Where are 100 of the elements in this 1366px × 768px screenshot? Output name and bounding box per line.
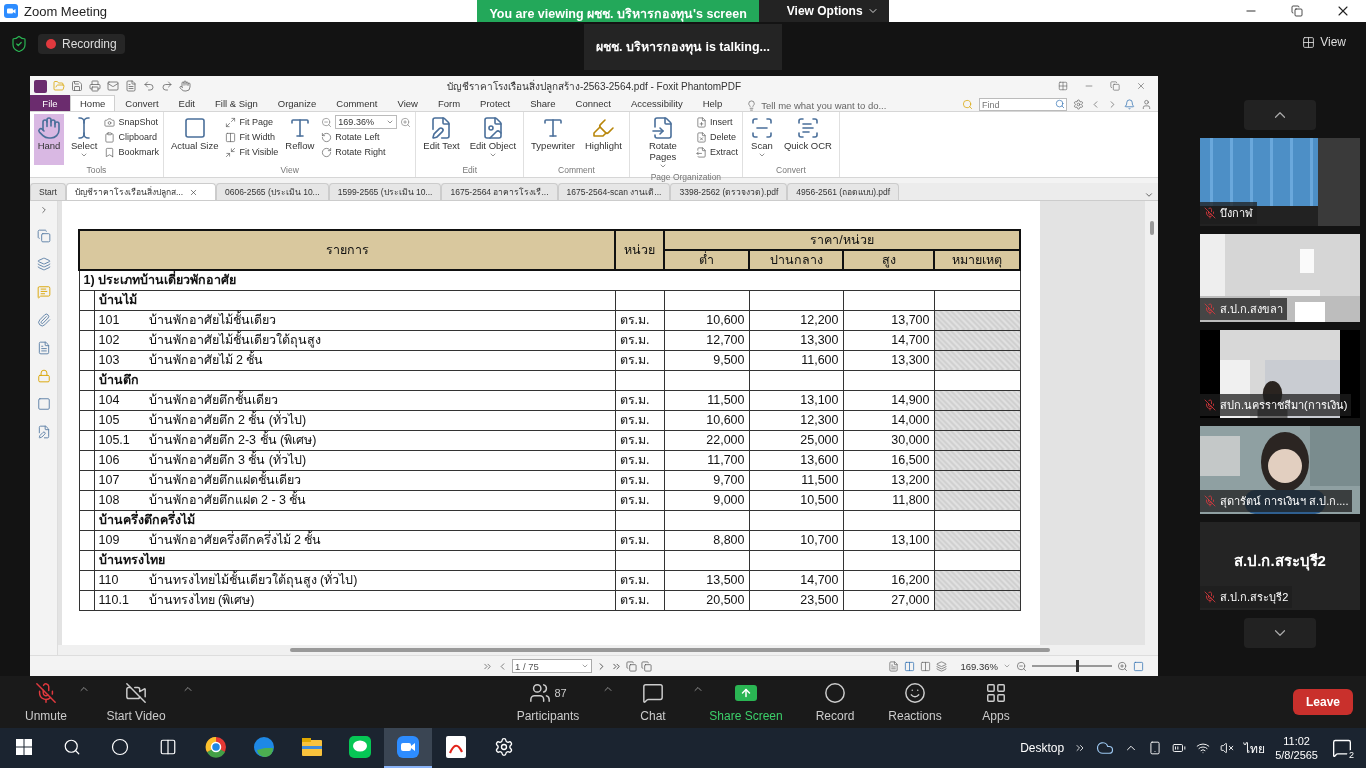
ribbon-tab[interactable]: Organize — [267, 95, 327, 111]
ribbon-tool[interactable]: Fit Visible — [225, 145, 279, 159]
taskbar-app[interactable] — [384, 728, 432, 768]
bell-icon — [1124, 99, 1135, 110]
item-code: 108 — [98, 492, 121, 509]
document-tab[interactable]: 1675-2564 อาคารโรงเรื... — [441, 183, 558, 200]
price-value: 14,900 — [891, 393, 930, 407]
tell-me-field[interactable]: Tell me what you want to do... — [746, 100, 887, 111]
document-tab[interactable]: 0606-2565 (ประเมิน 10... — [215, 183, 329, 200]
ribbon-tool[interactable]: Insert — [695, 115, 738, 129]
document-tab[interactable]: บัญชีราคาโรงเรือนสิ่งปลูกส... — [65, 183, 216, 200]
printer-icon — [89, 80, 101, 92]
ribbon-tab[interactable]: Edit — [168, 95, 205, 111]
unit-text: ตร.ม. — [619, 413, 650, 427]
ribbon-tool[interactable]: Select — [68, 114, 101, 165]
panel-icon — [1133, 660, 1144, 672]
document-tab[interactable]: 1599-2565 (ประเมิน 10... — [328, 183, 442, 200]
ribbon-tool[interactable]: Clipboard — [104, 130, 159, 144]
ribbon-tool[interactable]: Delete — [695, 130, 738, 144]
ribbon-tab[interactable]: Form — [427, 95, 471, 111]
ribbon-tool[interactable]: Extract — [695, 145, 738, 159]
unit-text: ตร.ม. — [619, 573, 650, 587]
folder-icon — [53, 80, 65, 92]
ribbon-tool[interactable]: Fit Page — [225, 115, 279, 129]
ribbon-tool[interactable]: Rotate Pages — [633, 114, 692, 172]
document-tab[interactable]: Start — [30, 183, 66, 200]
camera-icon — [104, 116, 116, 128]
document-tab[interactable]: 1675-2564-scan งานเติ... — [557, 183, 671, 200]
ribbon-tab[interactable]: Help — [692, 95, 733, 111]
participant-display-name: ส.ป.ก.สระบุรี2 — [1234, 551, 1326, 573]
document-tab[interactable]: 3398-2562 (ตรวจงวด).pdf — [670, 183, 788, 200]
group-label: Tools — [85, 165, 108, 177]
ribbon-tab[interactable]: File — [30, 95, 70, 111]
meeting-control[interactable]: Record — [794, 681, 876, 723]
ribbon-tab[interactable]: Protect — [470, 95, 521, 111]
notifications-button[interactable]: 2 — [1328, 738, 1356, 758]
ribbon-tool[interactable]: Highlight — [581, 114, 625, 165]
meeting-control[interactable]: Apps — [954, 681, 1038, 723]
ribbon-tab[interactable]: Fill & Sign — [205, 95, 268, 111]
caret-icon — [581, 662, 589, 670]
participant-name: บึงกาฬ — [1220, 206, 1253, 221]
video-app-icon — [4, 4, 18, 18]
price-value: 13,200 — [891, 473, 930, 487]
ribbon-tool[interactable]: Scan — [746, 114, 777, 165]
group-title: บ้านครึ่งตึกครึ่งไม้ — [98, 513, 195, 527]
document-tab[interactable]: 4956-2561 (ถอดแบบ).pdf — [787, 183, 900, 200]
price-value: 16,200 — [891, 573, 930, 587]
ribbon-tool[interactable]: Quick OCR — [780, 114, 835, 165]
group-label: View — [279, 165, 300, 177]
ribbon-tool[interactable]: Rotate Left — [321, 130, 412, 144]
find-field[interactable]: Find — [979, 98, 1067, 111]
two-page-icon — [904, 660, 916, 672]
ribbon-tab[interactable]: View — [387, 95, 428, 111]
extract-page-icon — [695, 146, 707, 158]
rotate-right-icon — [321, 146, 333, 158]
meeting-control[interactable]: Chat — [608, 681, 698, 723]
meeting-control[interactable]: Reactions — [876, 681, 954, 723]
ocr-icon — [795, 116, 820, 140]
ribbon-tool[interactable]: Reflow — [282, 114, 318, 165]
ribbon-tab[interactable]: Home — [70, 95, 116, 111]
ribbon-tool[interactable]: Hand — [34, 114, 64, 165]
ribbon-tool[interactable]: Actual Size — [167, 114, 222, 165]
vertical-scrollbar[interactable] — [1145, 201, 1158, 645]
ribbon-tool[interactable]: Edit Text — [420, 114, 463, 165]
meeting-control[interactable]: 87 Participants — [488, 681, 608, 723]
ribbon-tab[interactable]: Accessibility — [620, 95, 693, 111]
fit-visible-icon — [225, 146, 237, 158]
ribbon-tool[interactable]: Fit Width — [225, 130, 279, 144]
ribbon-tool[interactable]: SnapShot — [104, 115, 159, 129]
ribbon-tab[interactable]: Convert — [115, 95, 169, 111]
pages-icon — [641, 660, 652, 672]
item-code: 102 — [98, 332, 121, 349]
input-language[interactable]: ไทย — [1244, 738, 1266, 758]
horizontal-scrollbar[interactable] — [58, 645, 1158, 655]
view-button[interactable]: View — [1296, 34, 1352, 50]
meeting-control[interactable]: Start Video — [84, 681, 188, 723]
gear-icon — [494, 737, 514, 757]
desktop-toolbar[interactable]: Desktop — [1020, 741, 1065, 755]
ribbon-tool[interactable]: Typewriter — [528, 114, 578, 165]
leave-button[interactable]: Leave — [1293, 689, 1353, 715]
ribbon-tab[interactable]: Comment — [326, 95, 388, 111]
unit-text: ตร.ม. — [619, 493, 650, 507]
record-icon — [824, 682, 846, 704]
page-field[interactable]: 1 / 75 — [512, 659, 592, 673]
ribbon-tool[interactable]: Rotate Right — [321, 145, 412, 159]
clock[interactable]: 11:02 5/8/2565 — [1275, 734, 1318, 762]
view-options-button[interactable]: View Options — [758, 0, 889, 22]
meeting-control[interactable]: Share Screen — [698, 681, 794, 723]
column-header: รายการ — [79, 230, 615, 270]
ribbon-tool[interactable]: Edit Object — [466, 114, 520, 165]
price-value: 13,100 — [891, 533, 930, 547]
ribbon-tab[interactable]: Connect — [565, 95, 621, 111]
price-value: 22,000 — [706, 433, 745, 447]
lightbulb-icon — [746, 100, 758, 111]
zoom-field[interactable]: 169.36% — [335, 115, 398, 129]
rotate-left-icon — [321, 131, 333, 143]
ribbon-tool[interactable]: Bookmark — [104, 145, 159, 159]
price-value: 23,500 — [800, 593, 839, 607]
ribbon-tab[interactable]: Share — [520, 95, 566, 111]
meeting-control[interactable]: Unmute — [8, 681, 84, 723]
